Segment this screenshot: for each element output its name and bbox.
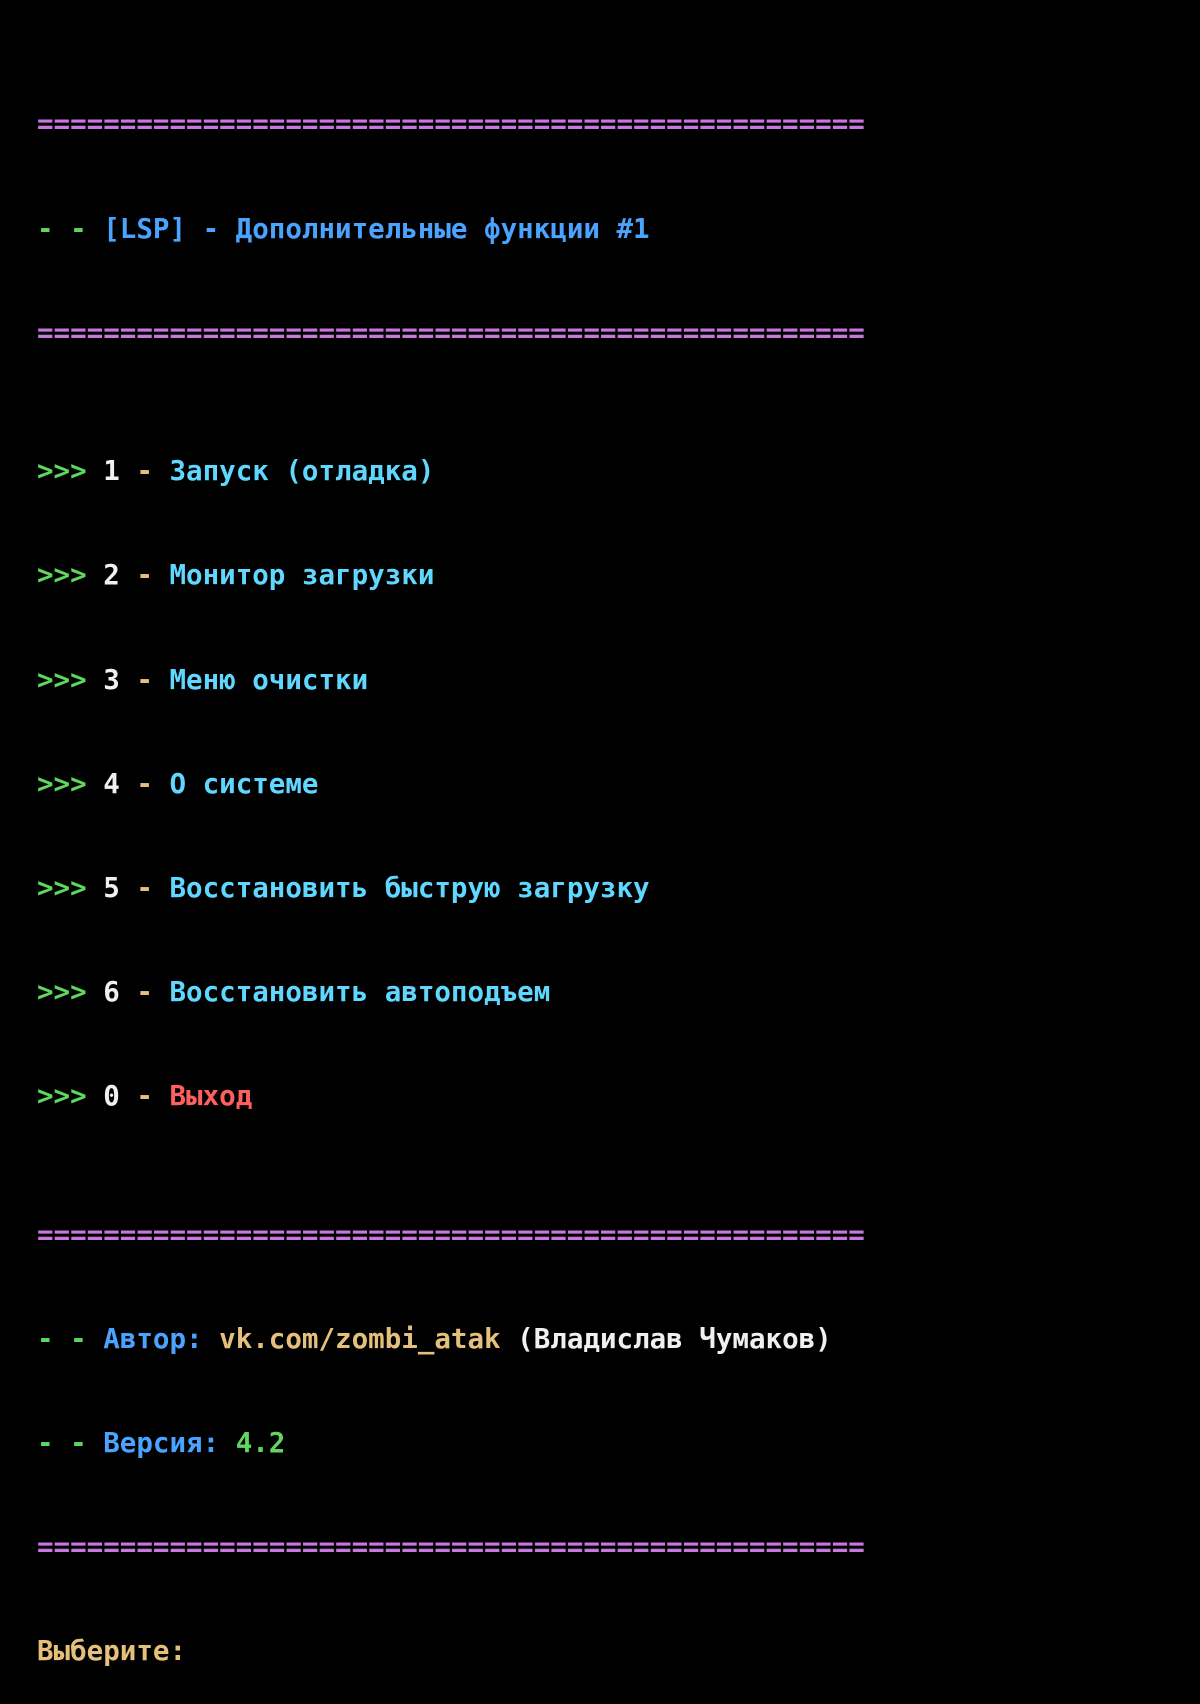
menu-arrow: >>>: [37, 767, 104, 800]
version-value: 4.2: [235, 1426, 286, 1459]
version-label: Версия:: [103, 1426, 236, 1459]
menu-label: Восстановить автоподъем: [169, 975, 551, 1008]
separator-line: ========================================…: [37, 108, 865, 141]
version-line: - - Версия: 4.2: [37, 1426, 865, 1461]
menu-arrow: >>>: [37, 455, 104, 488]
menu-key: 1: [103, 455, 120, 488]
menu-dash: -: [119, 1079, 170, 1112]
menu-label: Меню очистки: [169, 663, 369, 696]
menu-arrow: >>>: [37, 871, 104, 904]
menu-key: 0: [103, 1079, 120, 1112]
menu-arrow: >>>: [37, 1079, 104, 1112]
author-line: - - Автор: vk.com/zombi_atak (Владислав …: [37, 1322, 865, 1357]
separator-line: ========================================…: [37, 316, 865, 349]
input-prompt[interactable]: Выберите:: [37, 1634, 865, 1669]
menu-dash: -: [119, 559, 170, 592]
menu-key: 3: [103, 663, 120, 696]
menu-arrow: >>>: [37, 975, 104, 1008]
info-prefix: - -: [37, 1322, 104, 1355]
menu-item-3[interactable]: >>> 3 - Меню очистки: [37, 663, 865, 698]
header-line: - - [LSP] - Дополнительные функции #1: [37, 212, 865, 247]
menu-label: Монитор загрузки: [169, 559, 435, 592]
menu-dash: -: [119, 767, 170, 800]
author-label: Автор:: [103, 1322, 220, 1355]
menu-label: Запуск (отладка): [169, 455, 435, 488]
menu-item-1[interactable]: >>> 1 - Запуск (отладка): [37, 454, 865, 489]
menu-key: 4: [103, 767, 120, 800]
menu-dash: -: [119, 871, 170, 904]
header-title: [LSP] - Дополнительные функции #1: [103, 212, 650, 245]
menu-item-4[interactable]: >>> 4 - О системе: [37, 767, 865, 802]
menu-arrow: >>>: [37, 663, 104, 696]
menu-item-exit[interactable]: >>> 0 - Выход: [37, 1079, 865, 1114]
author-link[interactable]: vk.com/zombi_atak: [219, 1323, 500, 1355]
menu-label: Восстановить быструю загрузку: [169, 871, 650, 904]
separator-line: ========================================…: [37, 1218, 865, 1251]
menu-dash: -: [119, 663, 170, 696]
header-prefix: - -: [37, 212, 104, 245]
menu-label-exit: Выход: [169, 1079, 253, 1112]
menu-label: О системе: [169, 767, 319, 800]
menu-item-2[interactable]: >>> 2 - Монитор загрузки: [37, 558, 865, 593]
menu-key: 5: [103, 871, 120, 904]
menu-item-6[interactable]: >>> 6 - Восстановить автоподъем: [37, 975, 865, 1010]
menu-key: 2: [103, 559, 120, 592]
author-name: (Владислав Чумаков): [500, 1322, 832, 1355]
menu-key: 6: [103, 975, 120, 1008]
menu-arrow: >>>: [37, 559, 104, 592]
separator-line: ========================================…: [37, 1531, 865, 1564]
menu-item-5[interactable]: >>> 5 - Восстановить быструю загрузку: [37, 871, 865, 906]
terminal-output: ========================================…: [37, 38, 865, 1704]
menu-dash: -: [119, 975, 170, 1008]
menu-dash: -: [119, 455, 170, 488]
info-prefix: - -: [37, 1426, 104, 1459]
